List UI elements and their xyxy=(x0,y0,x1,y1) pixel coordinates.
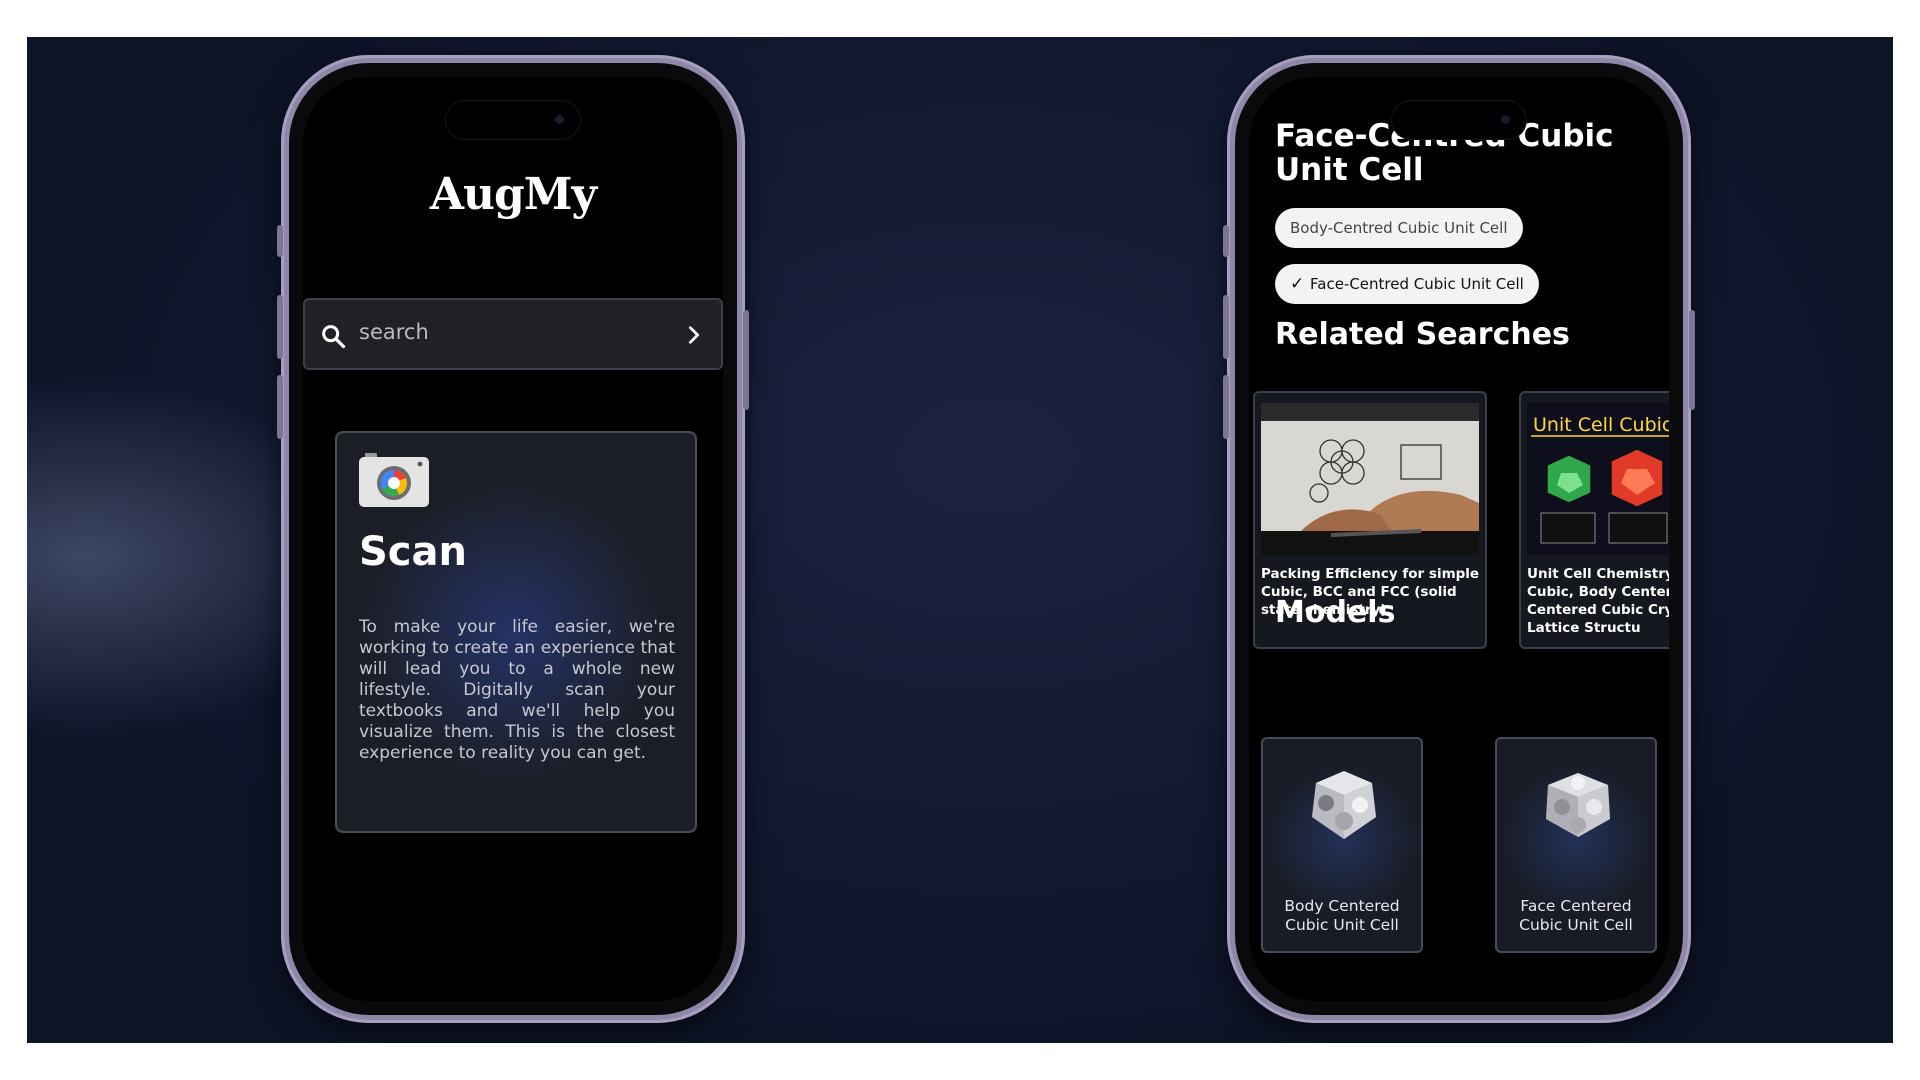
model-label: Face Centered Cubic Unit Cell xyxy=(1519,897,1633,934)
related-search-card[interactable]: Unit Cell Cubic Stru Unit Cell Chemistry… xyxy=(1519,391,1669,649)
dynamic-island xyxy=(1392,101,1526,139)
scan-description: To make your life easier, we're working … xyxy=(359,617,675,763)
search-bar[interactable]: search xyxy=(303,298,723,370)
cube-model-icon xyxy=(1312,771,1376,839)
model-label: Body Centered Cubic Unit Cell xyxy=(1284,897,1400,934)
scan-card[interactable]: Scan To make your life easier, we're wor… xyxy=(335,431,697,833)
related-search-title: Unit Cell Chemistry Simple Cubic, Body C… xyxy=(1527,566,1669,636)
video-thumbnail xyxy=(1261,403,1479,555)
chevron-right-icon[interactable] xyxy=(683,324,705,346)
chip-body-centred[interactable]: Body-Centred Cubic Unit Cell xyxy=(1275,208,1523,248)
chip-face-centred[interactable]: ✓ Face-Centred Cubic Unit Cell xyxy=(1275,264,1539,304)
phone-detail: Face-Centred Cubic Unit Cell Body-Centre… xyxy=(1223,55,1695,1023)
thumbnail-caption: Unit Cell Cubic Stru xyxy=(1533,414,1669,436)
search-input[interactable]: search xyxy=(359,320,429,344)
model-card-fcc[interactable]: Face Centered Cubic Unit Cell xyxy=(1495,737,1657,953)
video-thumbnail: Unit Cell Cubic Stru xyxy=(1527,403,1669,555)
camera-icon xyxy=(359,453,429,507)
search-icon xyxy=(322,325,346,349)
presentation-background: AugMy search Scan To make your life easi… xyxy=(27,37,1893,1043)
check-icon: ✓ xyxy=(1290,274,1305,294)
model-card-bcc[interactable]: Body Centered Cubic Unit Cell xyxy=(1261,737,1423,953)
app-title: AugMy xyxy=(429,169,597,220)
scan-title: Scan xyxy=(359,529,467,575)
chip-label: Face-Centred Cubic Unit Cell xyxy=(1310,275,1524,293)
models-heading: Models xyxy=(1275,595,1396,630)
cube-model-icon xyxy=(1546,773,1610,837)
home-screen: AugMy search Scan To make your life easi… xyxy=(303,77,723,1001)
related-searches-heading: Related Searches xyxy=(1275,317,1570,352)
chip-label: Body-Centred Cubic Unit Cell xyxy=(1290,219,1508,237)
detail-screen: Face-Centred Cubic Unit Cell Body-Centre… xyxy=(1249,77,1669,1001)
phone-home: AugMy search Scan To make your life easi… xyxy=(277,55,749,1023)
dynamic-island xyxy=(446,101,580,139)
